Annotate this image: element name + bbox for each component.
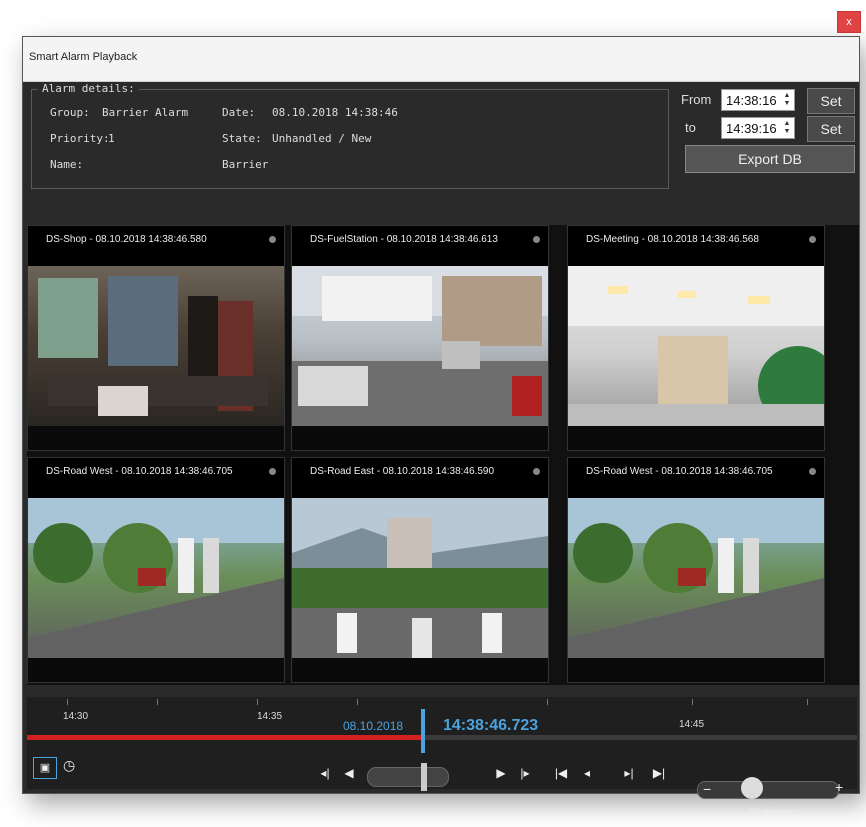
camera-feed (292, 266, 548, 426)
alarm-details-legend: Alarm details: (38, 82, 139, 95)
timeline-label-1445: 14:45 (679, 719, 705, 730)
camera-title: DS-Meeting - 08.10.2018 14:38:46.568 (568, 226, 824, 266)
camera-title: DS-Shop - 08.10.2018 14:38:46.580 (28, 226, 284, 266)
camera-feed (28, 266, 284, 426)
name-value: Barrier (222, 158, 269, 171)
prev-alarm-icon[interactable]: ◂ (579, 765, 595, 781)
priority-label: Priority: (50, 132, 110, 145)
timeline-playhead[interactable] (421, 709, 425, 753)
status-dot-icon (269, 236, 276, 243)
unrecorded-range-bar (423, 735, 857, 740)
play-icon[interactable]: ▶ (493, 765, 509, 781)
step-forward-icon[interactable]: |▸ (517, 765, 533, 781)
road-west-scene-image (28, 498, 284, 658)
camera-tile-meeting[interactable]: DS-Meeting - 08.10.2018 14:38:46.568 (567, 225, 825, 451)
recorded-range-bar (27, 735, 423, 740)
camera-title: DS-Road East - 08.10.2018 14:38:46.590 (292, 458, 548, 498)
timeline-label-1430: 14:30 (63, 711, 89, 722)
timeline-tick (692, 699, 693, 705)
status-dot-icon (269, 468, 276, 475)
from-time-value: 14:38:16 (726, 93, 777, 108)
timeline-tick (357, 699, 358, 705)
camera-tile-fuelstation[interactable]: DS-FuelStation - 08.10.2018 14:38:46.613 (291, 225, 549, 451)
clock-icon[interactable]: ◷ (63, 757, 75, 774)
camera-mode-icon[interactable]: ▣ (33, 757, 57, 779)
rewind-icon[interactable]: ◀ (341, 765, 357, 781)
road-east-scene-image (292, 498, 548, 658)
to-time-input[interactable]: 14:39:16 ▲ ▼ (721, 117, 795, 139)
close-button[interactable]: x (837, 11, 861, 33)
status-dot-icon (533, 236, 540, 243)
camera-tile-road-west-2[interactable]: DS-Road West - 08.10.2018 14:38:46.705 (567, 457, 825, 683)
jog-knob[interactable] (421, 763, 427, 791)
timeline-label-1435: 14:35 (257, 711, 283, 722)
camera-feed (568, 498, 824, 658)
camera-feed (568, 266, 824, 426)
zoom-in-icon[interactable]: + (835, 779, 843, 795)
from-label: From (681, 92, 712, 107)
step-back-icon[interactable]: ◂| (317, 765, 333, 781)
timeline-tick (157, 699, 158, 705)
status-dot-icon (533, 468, 540, 475)
status-dot-icon (809, 236, 816, 243)
group-value: Barrier Alarm (102, 106, 189, 119)
timeline-tick (67, 699, 68, 705)
camera-title: DS-Road West - 08.10.2018 14:38:46.705 (28, 458, 284, 498)
to-spinner-icon[interactable]: ▲ ▼ (782, 120, 792, 136)
export-db-button[interactable]: Export DB (685, 145, 855, 173)
titlebar: Smart Alarm Playback (23, 37, 859, 82)
camera-feed (28, 498, 284, 658)
camera-tile-road-east[interactable]: DS-Road East - 08.10.2018 14:38:46.590 (291, 457, 549, 683)
smart-alarm-window: Smart Alarm Playback x Alarm details: Gr… (22, 11, 861, 818)
camera-grid: DS-Shop - 08.10.2018 14:38:46.580 DS-Fue… (27, 225, 859, 685)
state-label: State: (222, 132, 262, 145)
from-spinner-icon[interactable]: ▲ ▼ (782, 92, 792, 108)
timeline-tick (257, 699, 258, 705)
zoom-slider[interactable] (697, 781, 839, 799)
set-to-button[interactable]: Set (807, 116, 855, 142)
camera-tile-shop[interactable]: DS-Shop - 08.10.2018 14:38:46.580 (27, 225, 285, 451)
timeline-current-time: 14:38:46.723 (443, 717, 539, 734)
date-value: 08.10.2018 14:38:46 (272, 106, 398, 119)
alarm-details-panel: Alarm details: Group: Barrier Alarm Prio… (31, 82, 669, 189)
to-label: to (685, 120, 696, 135)
zoom-out-icon[interactable]: − (703, 781, 711, 797)
date-label: Date: (222, 106, 256, 119)
camera-title: DS-Road West - 08.10.2018 14:38:46.705 (568, 458, 824, 498)
group-label: Group: (50, 106, 90, 119)
name-label: Name: (50, 158, 84, 171)
from-time-input[interactable]: 14:38:16 ▲ ▼ (721, 89, 795, 111)
fuelstation-scene-image (292, 266, 548, 426)
road-west-scene-image (568, 498, 824, 658)
meeting-scene-image (568, 266, 824, 426)
zoom-knob[interactable] (741, 777, 763, 799)
camera-feed (292, 498, 548, 658)
to-time-value: 14:39:16 (726, 121, 777, 136)
state-value: Unhandled / New (272, 132, 372, 145)
jump-end-icon[interactable]: ▶| (651, 765, 667, 781)
zoom-label: 20 minutes (749, 807, 798, 818)
window-title: Smart Alarm Playback (29, 51, 138, 63)
set-from-button[interactable]: Set (807, 88, 855, 114)
jump-start-icon[interactable]: |◀ (553, 765, 569, 781)
camera-title: DS-FuelStation - 08.10.2018 14:38:46.613 (292, 226, 548, 266)
shop-scene-image (38, 276, 268, 416)
timeline-tick (547, 699, 548, 705)
timeline-tick (807, 699, 808, 705)
timeline-date: 08.10.2018 (343, 719, 404, 733)
timeline[interactable]: 14:30 14:35 14:45 08.10.2018 14:38:46.72… (27, 697, 857, 818)
next-alarm-icon[interactable]: ▸| (621, 765, 637, 781)
priority-value: 1 (108, 132, 115, 145)
status-dot-icon (809, 468, 816, 475)
jog-slider[interactable] (367, 767, 449, 787)
camera-tile-road-west-1[interactable]: DS-Road West - 08.10.2018 14:38:46.705 (27, 457, 285, 683)
